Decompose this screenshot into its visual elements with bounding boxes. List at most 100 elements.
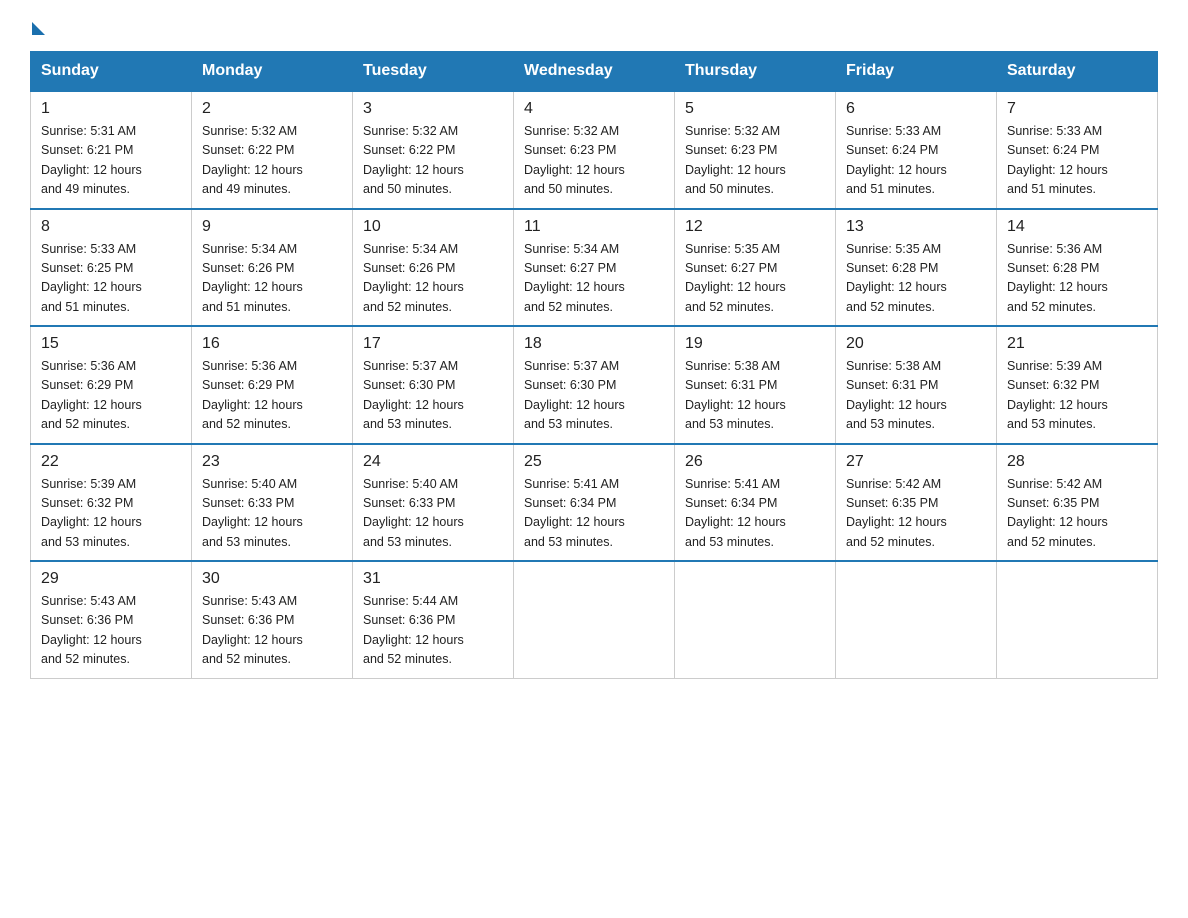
column-header-tuesday: Tuesday	[353, 52, 514, 92]
week-row-2: 8 Sunrise: 5:33 AMSunset: 6:25 PMDaylight…	[31, 209, 1158, 327]
day-cell: 7 Sunrise: 5:33 AMSunset: 6:24 PMDaylight…	[997, 91, 1158, 209]
day-cell: 18 Sunrise: 5:37 AMSunset: 6:30 PMDayligh…	[514, 326, 675, 444]
day-info: Sunrise: 5:36 AMSunset: 6:29 PMDaylight:…	[41, 357, 181, 435]
day-info: Sunrise: 5:35 AMSunset: 6:28 PMDaylight:…	[846, 240, 986, 318]
day-cell: 2Sunrise: 5:32 AMSunset: 6:22 PMDaylight…	[192, 91, 353, 209]
day-number: 5	[685, 100, 825, 118]
day-number: 21	[1007, 335, 1147, 353]
day-number: 11	[524, 218, 664, 236]
day-cell: 25 Sunrise: 5:41 AMSunset: 6:34 PMDayligh…	[514, 444, 675, 562]
day-cell: 13 Sunrise: 5:35 AMSunset: 6:28 PMDayligh…	[836, 209, 997, 327]
day-cell: 6 Sunrise: 5:33 AMSunset: 6:24 PMDaylight…	[836, 91, 997, 209]
day-info: Sunrise: 5:33 AMSunset: 6:24 PMDaylight:…	[846, 122, 986, 200]
day-info: Sunrise: 5:43 AMSunset: 6:36 PMDaylight:…	[41, 592, 181, 670]
day-cell: 17 Sunrise: 5:37 AMSunset: 6:30 PMDayligh…	[353, 326, 514, 444]
day-info: Sunrise: 5:34 AMSunset: 6:27 PMDaylight:…	[524, 240, 664, 318]
day-number: 8	[41, 218, 181, 236]
day-cell: 27 Sunrise: 5:42 AMSunset: 6:35 PMDayligh…	[836, 444, 997, 562]
column-header-friday: Friday	[836, 52, 997, 92]
column-header-saturday: Saturday	[997, 52, 1158, 92]
day-number: 22	[41, 453, 181, 471]
day-info: Sunrise: 5:33 AMSunset: 6:24 PMDaylight:…	[1007, 122, 1147, 200]
day-info: Sunrise: 5:37 AMSunset: 6:30 PMDaylight:…	[363, 357, 503, 435]
day-cell: 31 Sunrise: 5:44 AMSunset: 6:36 PMDayligh…	[353, 561, 514, 678]
day-number: 19	[685, 335, 825, 353]
day-info: Sunrise: 5:41 AMSunset: 6:34 PMDaylight:…	[685, 475, 825, 553]
week-row-3: 15 Sunrise: 5:36 AMSunset: 6:29 PMDayligh…	[31, 326, 1158, 444]
day-number: 27	[846, 453, 986, 471]
day-number: 9	[202, 218, 342, 236]
day-cell: 3 Sunrise: 5:32 AMSunset: 6:22 PMDaylight…	[353, 91, 514, 209]
day-info: Sunrise: 5:33 AMSunset: 6:25 PMDaylight:…	[41, 240, 181, 318]
day-number: 7	[1007, 100, 1147, 118]
day-number: 20	[846, 335, 986, 353]
day-info: Sunrise: 5:37 AMSunset: 6:30 PMDaylight:…	[524, 357, 664, 435]
day-cell: 9 Sunrise: 5:34 AMSunset: 6:26 PMDaylight…	[192, 209, 353, 327]
day-number: 13	[846, 218, 986, 236]
day-cell: 1Sunrise: 5:31 AMSunset: 6:21 PMDaylight…	[31, 91, 192, 209]
week-row-5: 29 Sunrise: 5:43 AMSunset: 6:36 PMDayligh…	[31, 561, 1158, 678]
day-info: Sunrise: 5:34 AMSunset: 6:26 PMDaylight:…	[202, 240, 342, 318]
header-row: SundayMondayTuesdayWednesdayThursdayFrid…	[31, 52, 1158, 92]
day-number: 24	[363, 453, 503, 471]
logo	[30, 20, 47, 33]
day-info: Sunrise: 5:38 AMSunset: 6:31 PMDaylight:…	[846, 357, 986, 435]
page-header	[30, 20, 1158, 33]
day-cell	[675, 561, 836, 678]
day-info: Sunrise: 5:32 AMSunset: 6:23 PMDaylight:…	[524, 122, 664, 200]
day-info: Sunrise: 5:32 AMSunset: 6:22 PMDaylight:…	[363, 122, 503, 200]
day-number: 31	[363, 570, 503, 588]
day-cell: 19 Sunrise: 5:38 AMSunset: 6:31 PMDayligh…	[675, 326, 836, 444]
day-cell: 24Sunrise: 5:40 AMSunset: 6:33 PMDayligh…	[353, 444, 514, 562]
day-number: 6	[846, 100, 986, 118]
day-info: Sunrise: 5:39 AMSunset: 6:32 PMDaylight:…	[41, 475, 181, 553]
day-number: 4	[524, 100, 664, 118]
day-info: Sunrise: 5:41 AMSunset: 6:34 PMDaylight:…	[524, 475, 664, 553]
day-number: 28	[1007, 453, 1147, 471]
day-number: 16	[202, 335, 342, 353]
day-cell: 8 Sunrise: 5:33 AMSunset: 6:25 PMDaylight…	[31, 209, 192, 327]
day-cell: 22 Sunrise: 5:39 AMSunset: 6:32 PMDayligh…	[31, 444, 192, 562]
day-cell: 28 Sunrise: 5:42 AMSunset: 6:35 PMDayligh…	[997, 444, 1158, 562]
day-info: Sunrise: 5:42 AMSunset: 6:35 PMDaylight:…	[1007, 475, 1147, 553]
day-info: Sunrise: 5:40 AMSunset: 6:33 PMDaylight:…	[202, 475, 342, 553]
day-info: Sunrise: 5:38 AMSunset: 6:31 PMDaylight:…	[685, 357, 825, 435]
day-cell: 14 Sunrise: 5:36 AMSunset: 6:28 PMDayligh…	[997, 209, 1158, 327]
day-number: 25	[524, 453, 664, 471]
day-number: 3	[363, 100, 503, 118]
day-number: 29	[41, 570, 181, 588]
column-header-sunday: Sunday	[31, 52, 192, 92]
day-number: 1	[41, 100, 181, 118]
column-header-thursday: Thursday	[675, 52, 836, 92]
logo-triangle-icon	[32, 22, 45, 35]
day-info: Sunrise: 5:32 AMSunset: 6:23 PMDaylight:…	[685, 122, 825, 200]
day-cell: 26 Sunrise: 5:41 AMSunset: 6:34 PMDayligh…	[675, 444, 836, 562]
day-number: 14	[1007, 218, 1147, 236]
day-info: Sunrise: 5:44 AMSunset: 6:36 PMDaylight:…	[363, 592, 503, 670]
day-info: Sunrise: 5:42 AMSunset: 6:35 PMDaylight:…	[846, 475, 986, 553]
day-number: 18	[524, 335, 664, 353]
day-cell: 11 Sunrise: 5:34 AMSunset: 6:27 PMDayligh…	[514, 209, 675, 327]
day-number: 17	[363, 335, 503, 353]
column-header-monday: Monday	[192, 52, 353, 92]
day-cell: 5 Sunrise: 5:32 AMSunset: 6:23 PMDaylight…	[675, 91, 836, 209]
day-number: 10	[363, 218, 503, 236]
day-info: Sunrise: 5:36 AMSunset: 6:29 PMDaylight:…	[202, 357, 342, 435]
day-number: 15	[41, 335, 181, 353]
week-row-1: 1Sunrise: 5:31 AMSunset: 6:21 PMDaylight…	[31, 91, 1158, 209]
day-number: 12	[685, 218, 825, 236]
day-cell: 23Sunrise: 5:40 AMSunset: 6:33 PMDayligh…	[192, 444, 353, 562]
day-cell: 21Sunrise: 5:39 AMSunset: 6:32 PMDayligh…	[997, 326, 1158, 444]
day-cell: 12 Sunrise: 5:35 AMSunset: 6:27 PMDayligh…	[675, 209, 836, 327]
day-info: Sunrise: 5:35 AMSunset: 6:27 PMDaylight:…	[685, 240, 825, 318]
day-cell: 15 Sunrise: 5:36 AMSunset: 6:29 PMDayligh…	[31, 326, 192, 444]
day-info: Sunrise: 5:36 AMSunset: 6:28 PMDaylight:…	[1007, 240, 1147, 318]
day-cell: 20 Sunrise: 5:38 AMSunset: 6:31 PMDayligh…	[836, 326, 997, 444]
day-number: 26	[685, 453, 825, 471]
day-cell: 10 Sunrise: 5:34 AMSunset: 6:26 PMDayligh…	[353, 209, 514, 327]
day-info: Sunrise: 5:34 AMSunset: 6:26 PMDaylight:…	[363, 240, 503, 318]
calendar-table: SundayMondayTuesdayWednesdayThursdayFrid…	[30, 51, 1158, 679]
week-row-4: 22 Sunrise: 5:39 AMSunset: 6:32 PMDayligh…	[31, 444, 1158, 562]
day-cell	[997, 561, 1158, 678]
day-cell	[836, 561, 997, 678]
